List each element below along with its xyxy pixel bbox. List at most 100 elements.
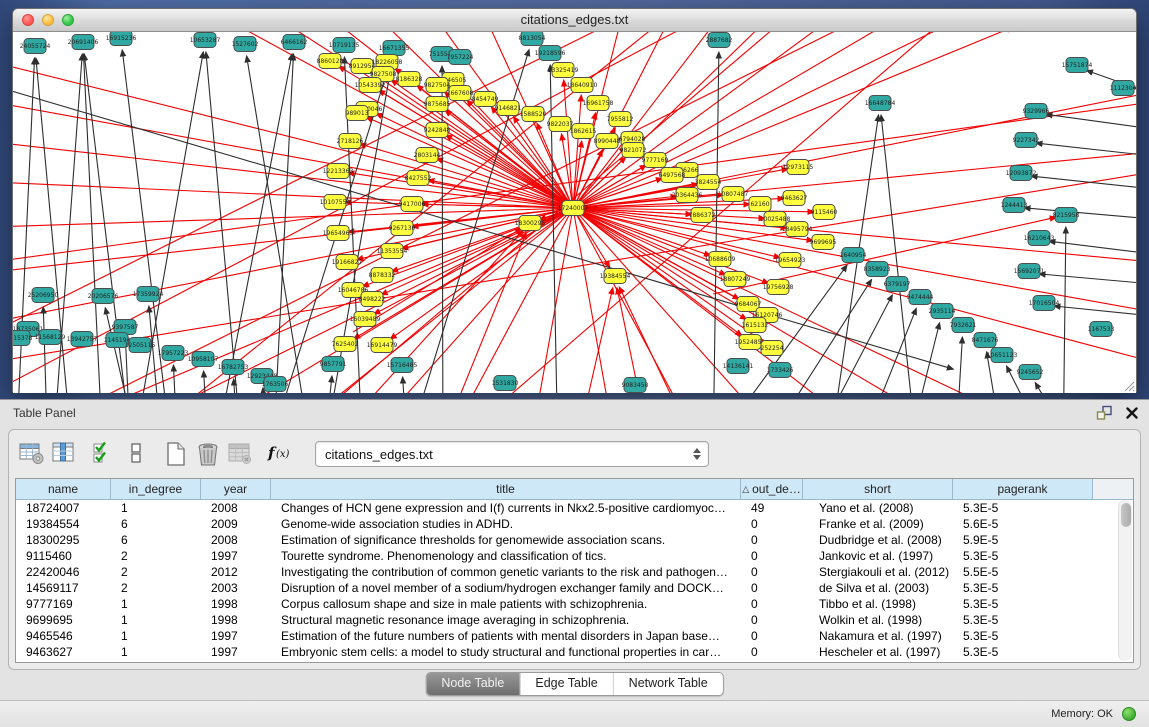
graph-node[interactable]: 8860128 [317, 54, 344, 69]
graph-node[interactable]: 8498222 [359, 292, 386, 307]
graph-node[interactable]: 252254 [761, 341, 784, 356]
graph-node[interactable]: 1733426 [767, 363, 794, 378]
graph-node[interactable]: 20364436 [672, 188, 703, 203]
graph-node[interactable]: 12973115 [783, 160, 814, 175]
table-row[interactable]: 946362711997Embryonic stem cells: a mode… [16, 644, 1133, 660]
graph-node[interactable]: 19654963 [323, 226, 354, 241]
table-vertical-scrollbar[interactable] [1118, 500, 1132, 661]
graph-node[interactable]: 14136141 [723, 359, 754, 374]
column-header-short[interactable]: short [803, 479, 953, 499]
deselect-all-button[interactable] [121, 439, 151, 469]
graph-node[interactable]: 12213363 [323, 164, 354, 179]
memory-status-indicator[interactable] [1122, 707, 1136, 721]
column-header-out_de[interactable]: △out_de… [741, 479, 803, 499]
graph-node[interactable]: 15751874 [1062, 58, 1093, 73]
column-header-title[interactable]: title [271, 479, 741, 499]
table-row[interactable]: 977716911998Corpus callosum shape and si… [16, 596, 1133, 612]
graph-node[interactable]: 16210643 [1024, 231, 1055, 246]
table-row[interactable]: 1872400712008Changes of HCN gene express… [16, 500, 1133, 516]
graph-node[interactable]: 16039489 [350, 312, 381, 327]
graph-node[interactable]: 9083458 [622, 378, 649, 393]
graph-node[interactable]: 9875685 [424, 97, 451, 112]
graph-node[interactable]: 10688609 [705, 252, 736, 267]
graph-node[interactable]: 1615132 [742, 318, 769, 333]
tab-edge-table[interactable]: Edge Table [519, 673, 612, 695]
window-titlebar[interactable]: citations_edges.txt [13, 9, 1136, 32]
column-header-pagerank[interactable]: pagerank [953, 479, 1093, 499]
graph-node[interactable]: 7886372 [689, 208, 716, 223]
graph-node[interactable]: 1527602 [232, 37, 259, 52]
graph-node[interactable]: 9821072 [620, 143, 647, 158]
delete-table-button[interactable] [193, 439, 223, 469]
graph-node[interactable]: 9417006 [399, 197, 426, 212]
graph-node[interactable]: 8215958 [1053, 208, 1080, 223]
table-row[interactable]: 1830029562008Estimation of significance … [16, 532, 1133, 548]
graph-node[interactable]: 19384554 [600, 269, 631, 284]
table-settings-button[interactable] [17, 439, 47, 469]
graph-node[interactable]: 17957223 [158, 346, 189, 361]
table-row[interactable]: 911546021997Tourette syndrome. Phenomeno… [16, 548, 1133, 564]
graph-node[interactable]: 13942757 [67, 332, 98, 347]
graph-node[interactable]: 15692071 [1014, 264, 1045, 279]
graph-node-hub[interactable]: 17240007 [558, 201, 589, 216]
graph-node[interactable]: 8878332 [369, 268, 396, 283]
graph-node[interactable]: 10651123 [987, 348, 1018, 363]
graph-node[interactable]: 9777169 [642, 153, 669, 168]
graph-node[interactable]: 20691406 [68, 35, 99, 50]
graph-node[interactable]: 25206950 [28, 288, 59, 303]
graph-node[interactable]: 6379197 [884, 277, 911, 292]
graph-node[interactable]: 16782753 [218, 360, 249, 375]
graph-node[interactable]: 7625402 [332, 337, 359, 352]
graph-node[interactable]: 19654923 [775, 253, 806, 268]
graph-node[interactable]: 16671355 [379, 41, 410, 56]
table-row[interactable]: 969969511998Structural magnetic resonanc… [16, 612, 1133, 628]
function-builder-button[interactable]: f (x) [265, 439, 295, 469]
graph-node[interactable]: 18300295 [515, 216, 546, 231]
graph-node[interactable]: 9267130 [389, 221, 416, 236]
graph-node[interactable]: 7955812 [607, 112, 634, 127]
graph-node[interactable]: 8471676 [972, 333, 999, 348]
column-header-year[interactable]: year [201, 479, 271, 499]
graph-node[interactable]: 9463627 [781, 191, 808, 206]
graph-node[interactable]: 19756928 [763, 280, 794, 295]
graph-node[interactable]: 1763506 [262, 377, 289, 392]
select-all-button[interactable] [89, 439, 119, 469]
graph-node[interactable]: 1862615 [570, 124, 597, 139]
graph-node[interactable]: 18495794 [782, 222, 813, 237]
graph-node[interactable]: 10543392 [355, 78, 386, 93]
graph-node[interactable]: 8427552 [405, 171, 432, 186]
graph-node[interactable]: 1531830 [492, 376, 519, 391]
graph-node[interactable]: 16915236 [106, 32, 137, 46]
window-resize-grip[interactable] [1123, 380, 1135, 392]
graph-node[interactable]: 9245652 [1017, 365, 1044, 380]
graph-node[interactable]: 6466162 [281, 35, 308, 50]
graph-node[interactable]: 16961758 [583, 96, 614, 111]
graph-node[interactable]: 10653287 [190, 33, 221, 48]
graph-node[interactable]: 16648784 [865, 96, 896, 111]
table-row[interactable]: 2242004622012Investigating the contribut… [16, 564, 1133, 580]
graph-node[interactable]: 17359924 [133, 287, 164, 302]
network-canvas[interactable]: 2405572420691406169152361065328715276026… [13, 32, 1136, 393]
graph-node[interactable]: 8813054 [519, 32, 546, 46]
graph-node[interactable]: 9242848 [424, 123, 451, 138]
graph-node[interactable]: 9329966 [1023, 104, 1050, 119]
graph-node[interactable]: 7932621 [950, 318, 977, 333]
table-row[interactable]: 1456911722003Disruption of a novel membe… [16, 580, 1133, 596]
graph-node[interactable]: 12505115 [125, 338, 156, 353]
show-columns-button[interactable] [49, 439, 79, 469]
graph-node[interactable]: 8990448 [594, 134, 621, 149]
close-panel-icon[interactable] [1125, 406, 1139, 420]
graph-node[interactable]: 2887682 [706, 33, 733, 48]
graph-node[interactable]: 17016504 [1029, 296, 1060, 311]
graph-node[interactable]: 2935114 [929, 304, 956, 319]
graph-node[interactable]: 18640910 [567, 78, 598, 93]
graph-node[interactable]: 8186328 [396, 72, 423, 87]
graph-node[interactable]: 10807487 [718, 187, 749, 202]
graph-node[interactable]: 9474444 [907, 290, 934, 305]
graph-node[interactable]: 1167533 [1088, 322, 1115, 337]
graph-node[interactable]: 13325419 [548, 63, 579, 78]
graph-node[interactable]: 1640954 [840, 248, 867, 263]
graph-node[interactable]: 3915378 [13, 331, 33, 346]
new-table-button[interactable] [161, 439, 191, 469]
graph-node[interactable]: 11353554 [377, 244, 408, 259]
